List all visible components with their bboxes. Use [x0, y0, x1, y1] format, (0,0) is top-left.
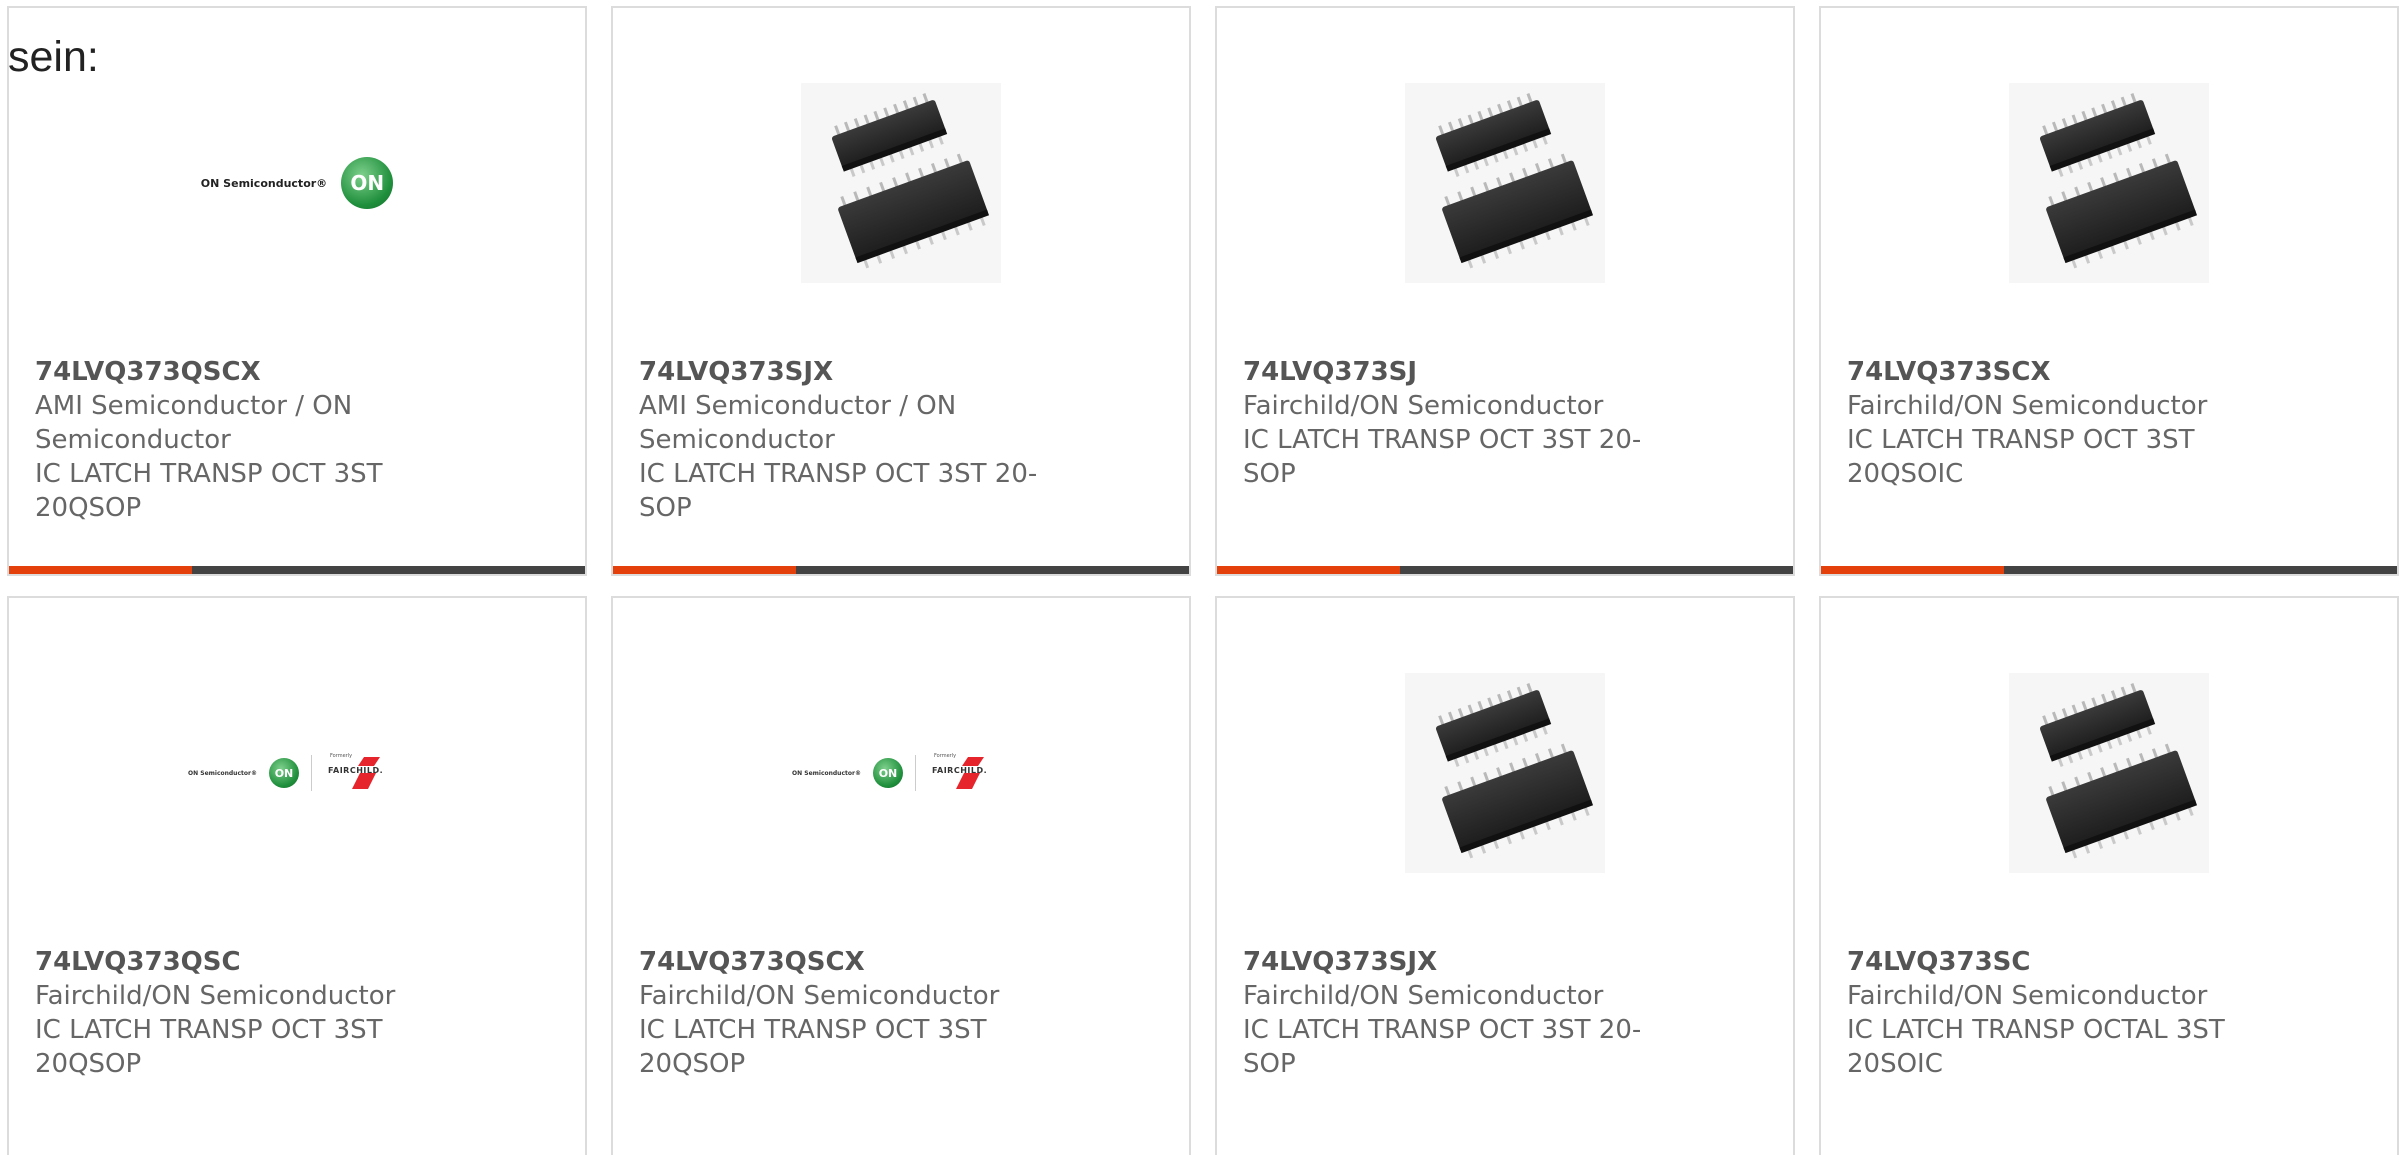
logo-divider: [914, 755, 916, 791]
product-info: 74LVQ373QSCX AMI Semiconductor / ON Semic…: [35, 355, 435, 525]
product-description: IC LATCH TRANSP OCTAL 3ST 20SOIC: [1847, 1015, 2225, 1079]
product-card[interactable]: 74LVQ373SC Fairchild/ON Semiconductor IC L…: [1819, 596, 2399, 1155]
part-number-link[interactable]: 74LVQ373QSCX: [35, 355, 435, 389]
card-accent-bar: [1217, 566, 1400, 574]
manufacturer: Fairchild/ON Semiconductor: [35, 981, 396, 1011]
product-card[interactable]: ON Semiconductor® ON 74LVQ373QSCX AMI Semic…: [7, 6, 587, 576]
card-accent-bar: [613, 566, 796, 574]
fairchild-logo: Formerly FAIRCHILD.: [324, 753, 406, 793]
fairchild-wordmark: FAIRCHILD.: [931, 766, 988, 775]
product-card[interactable]: 74LVQ373SJX Fairchild/ON Semiconductor IC …: [1215, 596, 1795, 1155]
logo-text: ON Semiconductor®: [792, 769, 861, 777]
card-bottom-bar: [1821, 566, 2397, 574]
product-image[interactable]: ON Semiconductor® ON: [9, 78, 585, 288]
product-card[interactable]: ON Semiconductor® ON Formerly FAIRCHILD. 74L…: [7, 596, 587, 1155]
card-bottom-bar: [1217, 566, 1793, 574]
intro-text: sein:: [8, 33, 99, 81]
on-circle-icon: ON: [872, 758, 903, 788]
product-description: IC LATCH TRANSP OCT 3ST 20QSOP: [35, 1015, 383, 1079]
product-image[interactable]: [1821, 78, 2397, 288]
product-info: 74LVQ373SJX AMI Semiconductor / ON Semico…: [639, 355, 1039, 525]
ic-chip-icon: [1405, 83, 1605, 283]
product-description: IC LATCH TRANSP OCT 3ST 20QSOP: [35, 459, 383, 523]
manufacturer: Fairchild/ON Semiconductor: [1243, 391, 1604, 421]
part-number-link[interactable]: 74LVQ373SJX: [639, 355, 1039, 389]
product-card[interactable]: 74LVQ373SCX Fairchild/ON Semiconductor IC …: [1819, 6, 2399, 576]
product-info: 74LVQ373QSCX Fairchild/ON Semiconductor IC…: [639, 945, 1039, 1081]
product-description: IC LATCH TRANSP OCT 3ST 20QSOIC: [1847, 425, 2195, 489]
card-bottom-bar: [9, 566, 585, 574]
product-card[interactable]: 74LVQ373SJX AMI Semiconductor / ON Semico…: [611, 6, 1191, 576]
on-circle-icon: ON: [268, 758, 299, 788]
part-number-link[interactable]: 74LVQ373SC: [1847, 945, 2247, 979]
product-info: 74LVQ373QSC Fairchild/ON Semiconductor IC …: [35, 945, 435, 1081]
part-number-link[interactable]: 74LVQ373SJ: [1243, 355, 1643, 389]
formerly-label: Formerly: [329, 753, 353, 759]
ic-chip-icon: [2009, 673, 2209, 873]
product-description: IC LATCH TRANSP OCT 3ST 20-SOP: [1243, 1015, 1642, 1079]
product-image[interactable]: [1217, 668, 1793, 878]
product-image[interactable]: [1821, 668, 2397, 878]
manufacturer: Fairchild/ON Semiconductor: [639, 981, 1000, 1011]
product-image[interactable]: [613, 78, 1189, 288]
manufacturer: AMI Semiconductor / ON Semiconductor: [35, 391, 353, 455]
product-image[interactable]: ON Semiconductor® ON Formerly FAIRCHILD.: [613, 668, 1189, 878]
ic-chip-icon: [2009, 83, 2209, 283]
product-card[interactable]: 74LVQ373SJ Fairchild/ON Semiconductor IC L…: [1215, 6, 1795, 576]
product-image[interactable]: ON Semiconductor® ON Formerly FAIRCHILD.: [9, 668, 585, 878]
part-number-link[interactable]: 74LVQ373SCX: [1847, 355, 2247, 389]
part-number-link[interactable]: 74LVQ373SJX: [1243, 945, 1643, 979]
manufacturer: Fairchild/ON Semiconductor: [1847, 981, 2208, 1011]
product-image[interactable]: [1217, 78, 1793, 288]
product-description: IC LATCH TRANSP OCT 3ST 20QSOP: [639, 1015, 987, 1079]
card-bottom-bar: [613, 566, 1189, 574]
manufacturer: Fairchild/ON Semiconductor: [1847, 391, 2208, 421]
manufacturer: AMI Semiconductor / ON Semiconductor: [639, 391, 957, 455]
on-semiconductor-logo: ON Semiconductor® ON: [200, 157, 394, 209]
on-fairchild-logo: ON Semiconductor® ON Formerly FAIRCHILD.: [188, 753, 406, 793]
ic-chip-icon: [1405, 673, 1605, 873]
part-number-link[interactable]: 74LVQ373QSC: [35, 945, 435, 979]
on-circle-icon: ON: [341, 157, 394, 209]
card-accent-bar: [9, 566, 192, 574]
formerly-label: Formerly: [933, 753, 957, 759]
logo-text: ON Semiconductor®: [200, 176, 328, 190]
card-accent-bar: [1821, 566, 2004, 574]
on-fairchild-logo: ON Semiconductor® ON Formerly FAIRCHILD.: [792, 753, 1010, 793]
product-description: IC LATCH TRANSP OCT 3ST 20-SOP: [1243, 425, 1642, 489]
product-card[interactable]: ON Semiconductor® ON Formerly FAIRCHILD. 74L…: [611, 596, 1191, 1155]
product-info: 74LVQ373SJ Fairchild/ON Semiconductor IC L…: [1243, 355, 1643, 491]
logo-divider: [310, 755, 312, 791]
product-info: 74LVQ373SJX Fairchild/ON Semiconductor IC …: [1243, 945, 1643, 1081]
product-info: 74LVQ373SC Fairchild/ON Semiconductor IC L…: [1847, 945, 2247, 1081]
fairchild-wordmark: FAIRCHILD.: [327, 766, 384, 775]
product-description: IC LATCH TRANSP OCT 3ST 20-SOP: [639, 459, 1038, 523]
part-number-link[interactable]: 74LVQ373QSCX: [639, 945, 1039, 979]
fairchild-logo: Formerly FAIRCHILD.: [928, 753, 1010, 793]
manufacturer: Fairchild/ON Semiconductor: [1243, 981, 1604, 1011]
ic-chip-icon: [801, 83, 1001, 283]
product-info: 74LVQ373SCX Fairchild/ON Semiconductor IC …: [1847, 355, 2247, 491]
logo-text: ON Semiconductor®: [188, 769, 257, 777]
